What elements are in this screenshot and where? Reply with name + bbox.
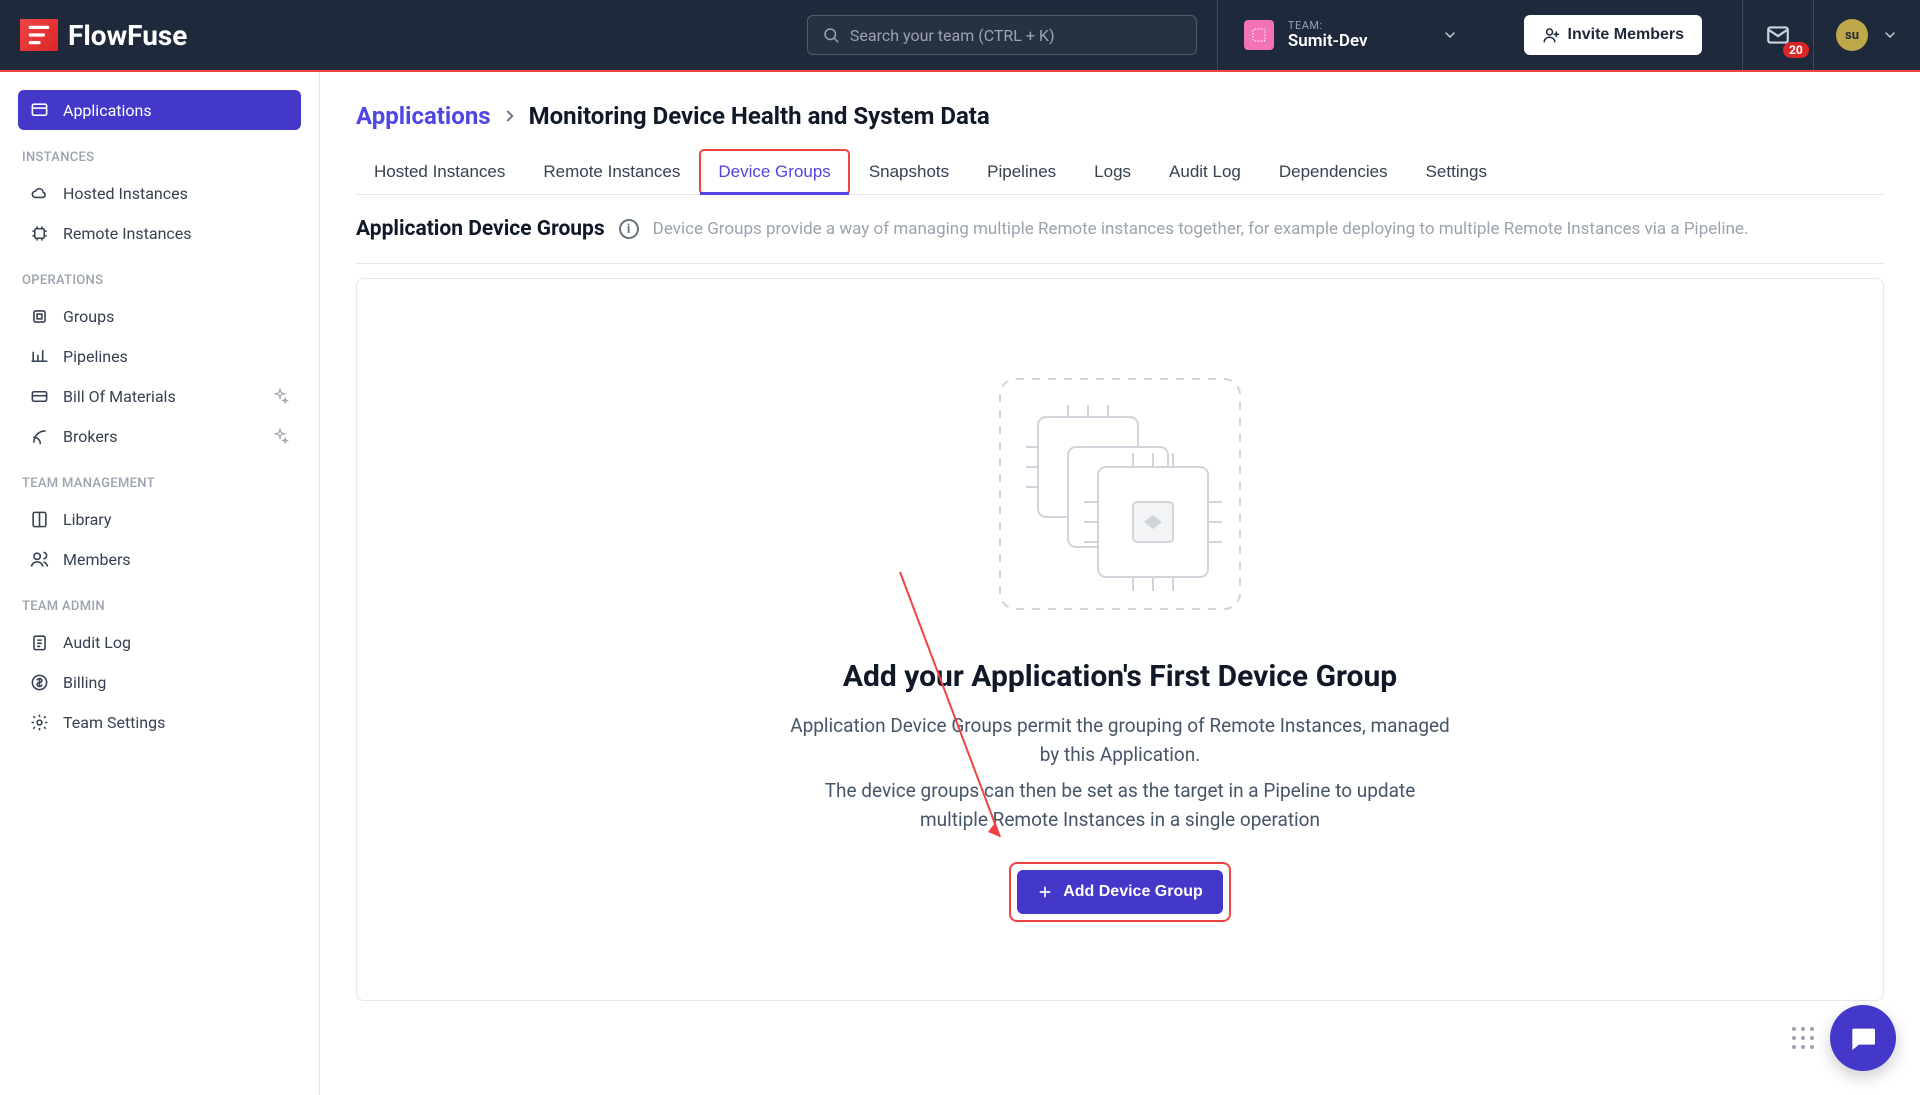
chip-icon bbox=[30, 224, 49, 243]
chat-fab-button[interactable] bbox=[1830, 1005, 1896, 1071]
search-icon bbox=[822, 26, 840, 44]
sidebar-item-label: Billing bbox=[63, 673, 106, 692]
section-description: Device Groups provide a way of managing … bbox=[653, 219, 1749, 239]
sidebar-item-applications[interactable]: Applications bbox=[18, 90, 301, 130]
card-icon bbox=[30, 387, 49, 406]
empty-state-card: Add your Application's First Device Grou… bbox=[356, 278, 1884, 1001]
sidebar-item-remote-instances[interactable]: Remote Instances bbox=[18, 213, 301, 253]
groups-icon bbox=[30, 307, 49, 326]
tab-logs[interactable]: Logs bbox=[1076, 150, 1149, 194]
empty-state-para-1: Application Device Groups permit the gro… bbox=[790, 712, 1450, 769]
notification-badge: 20 bbox=[1783, 42, 1809, 58]
sidebar-item-pipelines[interactable]: Pipelines bbox=[18, 336, 301, 376]
add-device-group-button[interactable]: Add Device Group bbox=[1017, 870, 1223, 914]
pipelines-icon bbox=[30, 347, 49, 366]
sidebar-item-label: Pipelines bbox=[63, 347, 128, 366]
empty-state-illustration bbox=[990, 369, 1250, 619]
sidebar: Applications INSTANCES Hosted Instances … bbox=[0, 72, 320, 1095]
page-title: Monitoring Device Health and System Data bbox=[529, 102, 990, 130]
tabs: Hosted Instances Remote Instances Device… bbox=[356, 150, 1884, 195]
invite-label: Invite Members bbox=[1568, 26, 1684, 44]
user-avatar: su bbox=[1836, 19, 1868, 51]
sidebar-item-label: Bill Of Materials bbox=[63, 387, 176, 406]
broadcast-icon bbox=[30, 427, 49, 446]
tab-remote-instances[interactable]: Remote Instances bbox=[525, 150, 698, 194]
sidebar-item-bom[interactable]: Bill Of Materials bbox=[18, 376, 301, 416]
search-input[interactable]: Search your team (CTRL + K) bbox=[807, 15, 1197, 55]
sidebar-item-groups[interactable]: Groups bbox=[18, 296, 301, 336]
tab-settings[interactable]: Settings bbox=[1408, 150, 1505, 194]
users-icon bbox=[30, 550, 49, 569]
clipboard-icon bbox=[30, 633, 49, 652]
section-title: Application Device Groups bbox=[356, 217, 605, 241]
tab-hosted-instances[interactable]: Hosted Instances bbox=[356, 150, 523, 194]
team-name: Sumit-Dev bbox=[1288, 32, 1368, 51]
brand-name: FlowFuse bbox=[68, 19, 187, 52]
cloud-icon bbox=[30, 184, 49, 203]
drag-handle-icon[interactable] bbox=[1792, 1027, 1814, 1049]
sidebar-section-operations: OPERATIONS bbox=[18, 253, 301, 296]
sidebar-item-team-settings[interactable]: Team Settings bbox=[18, 702, 301, 742]
chevron-right-icon bbox=[501, 107, 519, 125]
sidebar-item-label: Audit Log bbox=[63, 633, 131, 652]
sidebar-item-label: Hosted Instances bbox=[63, 184, 188, 203]
chevron-down-icon bbox=[1382, 27, 1458, 43]
sidebar-item-label: Members bbox=[63, 550, 131, 569]
team-avatar-icon bbox=[1244, 20, 1274, 50]
sidebar-item-label: Brokers bbox=[63, 427, 117, 446]
cta-label: Add Device Group bbox=[1063, 883, 1203, 901]
book-icon bbox=[30, 510, 49, 529]
sidebar-item-label: Applications bbox=[63, 101, 152, 120]
user-menu[interactable]: su bbox=[1813, 0, 1920, 70]
apps-icon bbox=[30, 101, 49, 120]
sidebar-item-billing[interactable]: Billing bbox=[18, 662, 301, 702]
sidebar-item-hosted-instances[interactable]: Hosted Instances bbox=[18, 173, 301, 213]
empty-state-para-2: The device groups can then be set as the… bbox=[790, 777, 1450, 834]
tab-device-groups[interactable]: Device Groups bbox=[700, 150, 848, 194]
annotation-arrow bbox=[895, 567, 1015, 857]
sidebar-section-mgmt: TEAM MANAGEMENT bbox=[18, 456, 301, 499]
tab-dependencies[interactable]: Dependencies bbox=[1261, 150, 1406, 194]
sidebar-section-instances: INSTANCES bbox=[18, 130, 301, 173]
search-placeholder: Search your team (CTRL + K) bbox=[850, 26, 1055, 45]
annotation-highlight-box: Add Device Group bbox=[1011, 864, 1229, 920]
user-plus-icon bbox=[1542, 26, 1560, 44]
team-label: TEAM: bbox=[1288, 20, 1368, 32]
gear-icon bbox=[30, 713, 49, 732]
sidebar-item-label: Groups bbox=[63, 307, 114, 326]
chat-icon bbox=[1847, 1022, 1879, 1054]
sparkle-icon bbox=[271, 427, 289, 445]
sparkle-icon bbox=[271, 387, 289, 405]
tab-snapshots[interactable]: Snapshots bbox=[851, 150, 967, 194]
sidebar-item-label: Remote Instances bbox=[63, 224, 192, 243]
sidebar-item-library[interactable]: Library bbox=[18, 499, 301, 539]
invite-members-button[interactable]: Invite Members bbox=[1524, 15, 1702, 55]
dollar-icon bbox=[30, 673, 49, 692]
info-icon[interactable]: i bbox=[619, 219, 639, 239]
sidebar-item-brokers[interactable]: Brokers bbox=[18, 416, 301, 456]
notifications-button[interactable]: 20 bbox=[1742, 0, 1813, 70]
brand-logo[interactable]: FlowFuse bbox=[0, 19, 207, 52]
breadcrumb: Applications Monitoring Device Health an… bbox=[356, 102, 1884, 130]
sidebar-item-members[interactable]: Members bbox=[18, 539, 301, 579]
tab-audit-log[interactable]: Audit Log bbox=[1151, 150, 1259, 194]
breadcrumb-applications-link[interactable]: Applications bbox=[356, 102, 491, 130]
main-content: Applications Monitoring Device Health an… bbox=[320, 72, 1920, 1095]
flowfuse-logo-icon bbox=[20, 19, 58, 51]
tab-pipelines[interactable]: Pipelines bbox=[969, 150, 1074, 194]
chevron-down-icon bbox=[1868, 27, 1898, 43]
team-selector[interactable]: TEAM: Sumit-Dev bbox=[1217, 0, 1484, 70]
sidebar-item-audit-log[interactable]: Audit Log bbox=[18, 622, 301, 662]
sidebar-section-admin: TEAM ADMIN bbox=[18, 579, 301, 622]
sidebar-item-label: Team Settings bbox=[63, 713, 165, 732]
plus-icon bbox=[1037, 884, 1053, 900]
sidebar-item-label: Library bbox=[63, 510, 111, 529]
